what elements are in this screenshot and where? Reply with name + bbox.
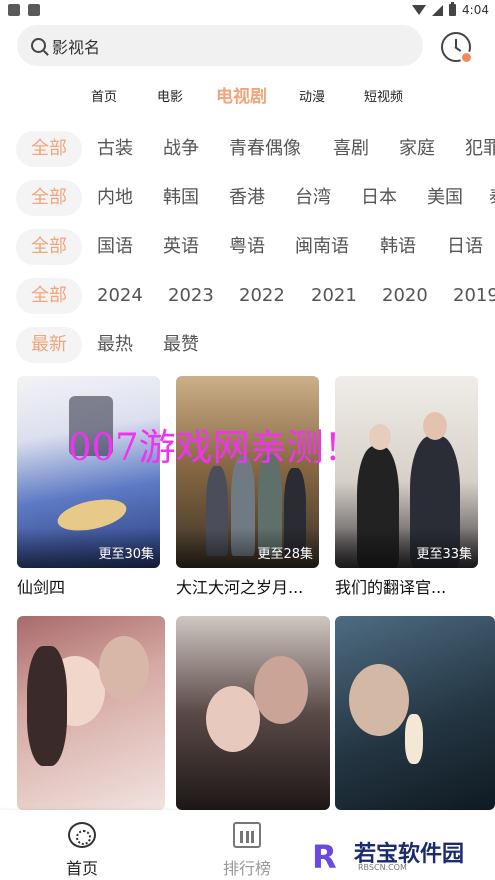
filter-chip[interactable]: 内地: [97, 180, 133, 216]
filter-region: 全部 内地 韩国 香港 台湾 日本 美国 泰: [0, 180, 495, 216]
poster-image: 更至28集: [176, 376, 319, 568]
video-title: 我们的翻译官...: [335, 578, 447, 597]
filter-chip[interactable]: 最热: [97, 327, 133, 363]
logo-mark: R: [312, 838, 337, 876]
tab-short-video[interactable]: 短视频: [364, 86, 403, 105]
episode-badge: 更至33集: [416, 547, 472, 562]
filter-chip[interactable]: 国语: [97, 229, 133, 265]
status-time: 4:04: [462, 3, 489, 17]
poster-image: [17, 616, 165, 810]
filter-chip-selected[interactable]: 全部: [16, 229, 82, 265]
nav-home[interactable]: 首页: [32, 810, 132, 880]
filter-chip[interactable]: 犯罪: [465, 131, 495, 167]
filter-chip[interactable]: 2024: [97, 278, 143, 314]
filter-chip-selected[interactable]: 最新: [16, 327, 82, 363]
video-card[interactable]: 更至30集 仙剑四: [17, 376, 160, 597]
tab-home[interactable]: 首页: [91, 86, 117, 105]
video-card[interactable]: 更至28集 大江大河之岁月...: [176, 376, 319, 597]
video-title: 大江大河之岁月...: [176, 578, 304, 597]
filter-chip[interactable]: 韩国: [163, 180, 199, 216]
tab-tv-series[interactable]: 电视剧: [216, 82, 267, 107]
filter-chip[interactable]: 美国: [427, 180, 463, 216]
tab-movie[interactable]: 电影: [157, 86, 183, 105]
filter-chip[interactable]: 古装: [97, 131, 133, 167]
episode-badge: 更至30集: [98, 547, 154, 562]
poster-image: 更至33集: [335, 376, 478, 568]
video-card[interactable]: [335, 616, 495, 810]
filter-chip-selected[interactable]: 全部: [16, 180, 82, 216]
filter-year: 全部 2024 2023 2022 2021 2020 2019: [0, 278, 495, 314]
search-icon: [31, 38, 46, 53]
filter-chip[interactable]: 香港: [229, 180, 265, 216]
filter-chip[interactable]: 喜剧: [333, 131, 369, 167]
wifi-icon: [412, 5, 427, 15]
filter-chip[interactable]: 粤语: [229, 229, 265, 265]
history-badge: [460, 51, 473, 64]
filter-language: 全部 国语 英语 粤语 闽南语 韩语 日语: [0, 229, 495, 265]
site-logo-watermark: R 若宝软件园 RBSCN.COM: [298, 830, 495, 880]
filter-chip[interactable]: 闽南语: [295, 229, 349, 265]
logo-subtitle: RBSCN.COM: [358, 863, 407, 872]
poster-image: [176, 616, 330, 810]
poster-image: [335, 616, 495, 810]
notification-icon: [8, 4, 20, 16]
filter-sort: 最新 最热 最赞: [0, 327, 495, 363]
film-reel-icon: [68, 822, 96, 848]
filter-chip[interactable]: 2022: [239, 278, 285, 314]
filter-chip[interactable]: 青春偶像: [229, 131, 301, 167]
nav-ranking[interactable]: 排行榜: [197, 810, 297, 880]
video-title: 仙剑四: [17, 578, 66, 597]
filter-chip[interactable]: 泰: [489, 180, 495, 216]
search-input[interactable]: 影视名: [17, 25, 423, 66]
video-card[interactable]: 更至33集 我们的翻译官...: [335, 376, 478, 597]
ranking-chart-icon: [233, 822, 261, 848]
filter-chip[interactable]: 日语: [447, 229, 483, 265]
filter-chip[interactable]: 战争: [163, 131, 199, 167]
filter-chip[interactable]: 最赞: [163, 327, 199, 363]
filter-chip[interactable]: 2020: [382, 278, 428, 314]
filter-chip[interactable]: 2019: [453, 278, 495, 314]
filter-chip[interactable]: 韩语: [380, 229, 416, 265]
search-placeholder: 影视名: [52, 37, 101, 57]
filter-chip[interactable]: 家庭: [399, 131, 435, 167]
filter-genre: 全部 古装 战争 青春偶像 喜剧 家庭 犯罪: [0, 131, 495, 167]
poster-image: 更至30集: [17, 376, 160, 568]
battery-icon: [449, 2, 457, 16]
episode-badge: 更至28集: [257, 547, 313, 562]
notification-icon: [28, 4, 40, 16]
category-tabs: 首页 电影 电视剧 动漫 短视频: [0, 82, 495, 108]
video-card[interactable]: [17, 616, 165, 810]
filter-chip-selected[interactable]: 全部: [16, 278, 82, 314]
filter-chip[interactable]: 日本: [361, 180, 397, 216]
tab-anime[interactable]: 动漫: [299, 86, 325, 105]
nav-label: 首页: [65, 859, 98, 878]
filter-chip[interactable]: 2021: [311, 278, 357, 314]
filter-chip[interactable]: 2023: [168, 278, 214, 314]
status-bar: 4:04: [0, 0, 495, 22]
filter-chip[interactable]: 台湾: [295, 180, 331, 216]
video-card[interactable]: [176, 616, 330, 810]
nav-label: 排行榜: [222, 859, 271, 878]
signal-icon: [432, 4, 444, 16]
filter-chip[interactable]: 英语: [163, 229, 199, 265]
filter-chip-selected[interactable]: 全部: [16, 131, 82, 167]
history-button[interactable]: [441, 32, 473, 64]
